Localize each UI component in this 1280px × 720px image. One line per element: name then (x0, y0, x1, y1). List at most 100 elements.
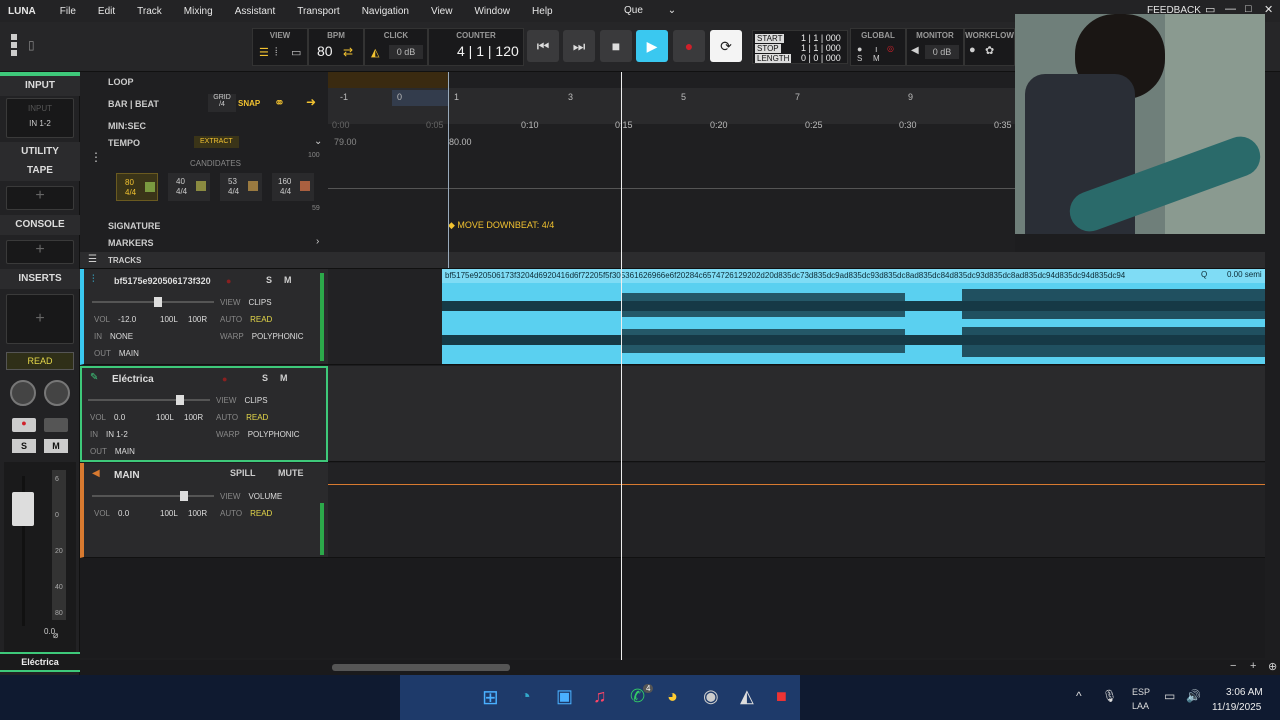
grid-selector[interactable]: GRID/4 (208, 94, 236, 112)
fader-value[interactable]: 0.0 (44, 627, 55, 636)
tape-slot[interactable]: + (6, 186, 74, 210)
recorder-icon[interactable]: ■ (776, 686, 787, 707)
audio-clip[interactable]: bf5175e920506173f3204d6920416d6f72205f5f… (442, 269, 1265, 364)
music-icon[interactable]: ♫ (593, 686, 607, 707)
length-value[interactable]: 0 | 0 | 000 (801, 53, 841, 63)
inserts-header[interactable]: INSERTS (0, 269, 80, 289)
empty-area[interactable] (80, 558, 1265, 658)
volume-value[interactable]: 0.0 (114, 413, 125, 422)
mute-button[interactable]: M (44, 439, 68, 453)
warp-select[interactable]: POLYPHONIC (252, 332, 304, 341)
click-level[interactable]: 0 dB (389, 45, 423, 59)
track-main[interactable]: ◀ MAIN SPILL MUTE VOL 0.0 100L 100R VIEW V… (80, 463, 328, 558)
view-select[interactable]: CLIPS (248, 298, 271, 307)
volume-slider[interactable] (180, 491, 188, 501)
playhead[interactable] (621, 72, 622, 660)
pan-left[interactable]: 100L (160, 509, 178, 518)
fit-icon[interactable]: ⊕ (1268, 660, 1277, 673)
stop-value[interactable]: 1 | 1 | 000 (801, 43, 841, 53)
mic-icon[interactable]: 🎙 (1102, 689, 1117, 703)
chrome-icon[interactable]: ◕ (667, 686, 678, 707)
arm-button[interactable]: ● (12, 418, 36, 432)
pan-left[interactable]: 100L (156, 413, 174, 422)
view-select[interactable]: CLIPS (244, 396, 267, 405)
mute-button[interactable]: MUTE (278, 468, 304, 478)
stop-button[interactable]: ■ (600, 30, 632, 62)
solo-button[interactable]: S (262, 373, 268, 383)
spill-button[interactable]: SPILL (230, 468, 256, 478)
selected-track-name[interactable]: Eléctrica (0, 652, 80, 672)
zoom-in-icon[interactable]: + (1250, 660, 1256, 672)
tray-up-icon[interactable]: ^ (1076, 689, 1082, 703)
volume-value[interactable]: 0.0 (118, 509, 129, 518)
volume-slider[interactable] (154, 297, 162, 307)
project-selector[interactable]: Que ⌄ (624, 5, 698, 16)
fader-handle[interactable] (12, 492, 34, 526)
record-arm-icon[interactable]: ● (226, 276, 231, 286)
auto-select[interactable]: READ (246, 413, 268, 422)
menu-window[interactable]: Window (474, 6, 510, 17)
timeline-area[interactable]: -1 0 1 3 5 7 9 0:00 0:05 0:10 0:15 0:20 … (328, 72, 1015, 252)
pan-knob-left[interactable] (10, 380, 36, 406)
chevron-down-icon[interactable]: ⌄ (314, 136, 322, 147)
solo-button[interactable]: S (266, 275, 272, 285)
menu-track[interactable]: Track (137, 6, 162, 17)
console-header[interactable]: CONSOLE (0, 215, 80, 235)
store-icon[interactable]: ▣ (556, 686, 573, 707)
panel-toggle-icon[interactable]: ▯ (28, 38, 35, 52)
monitor-icon[interactable]: ▭ (291, 46, 301, 59)
monitor-level[interactable]: 0 dB (925, 45, 959, 59)
menu-icon[interactable]: ☰ (88, 254, 97, 265)
auto-select[interactable]: READ (250, 315, 272, 324)
volume-icon[interactable]: 🔊 (1186, 689, 1201, 703)
language[interactable]: ESP (1132, 687, 1150, 697)
metronome-icon[interactable]: ◭ (371, 46, 379, 59)
record-arm-icon[interactable]: ● (222, 374, 227, 384)
input-header[interactable]: INPUT (0, 76, 80, 96)
pan-right[interactable]: 100R (184, 413, 203, 422)
speaker-icon[interactable]: ◀ (911, 45, 919, 56)
input-select[interactable]: IN 1-2 (106, 430, 128, 439)
horizontal-scrollbar[interactable]: − + ⊕ (80, 660, 1280, 675)
workflow-dot-icon[interactable]: ● (969, 44, 976, 56)
input-select[interactable]: NONE (110, 332, 133, 341)
start-value[interactable]: 1 | 1 | 000 (801, 33, 841, 43)
output-select[interactable]: MAIN (115, 447, 135, 456)
more-icon[interactable]: ⋮ (90, 150, 102, 164)
pan-right[interactable]: 100R (188, 509, 207, 518)
volume-value[interactable]: -12.0 (118, 315, 136, 324)
pan-knob-right[interactable] (44, 380, 70, 406)
candidate-53[interactable]: 53 4/4 (220, 173, 262, 201)
extract-button[interactable]: EXTRACT (194, 136, 239, 148)
output-select[interactable]: MAIN (119, 349, 139, 358)
record-button[interactable]: ● (673, 30, 705, 62)
clock-time[interactable]: 3:06 AM (1226, 687, 1263, 698)
track-name[interactable]: bf5175e920506173f320 (114, 276, 211, 286)
arrow-right-icon[interactable]: ➜ (306, 95, 316, 109)
track-2[interactable]: ✎ Eléctrica ● S M VOL 0.0 100L 100R IN IN … (80, 366, 328, 462)
menu-edit[interactable]: Edit (98, 6, 115, 17)
global-solo[interactable]: S (857, 54, 862, 63)
close-icon[interactable]: ✕ (1264, 3, 1273, 16)
input-monitor-button[interactable] (44, 418, 68, 432)
mute-button[interactable]: M (284, 275, 292, 285)
track-name[interactable]: Eléctrica (112, 374, 154, 385)
snap-button[interactable]: SNAP (238, 99, 260, 108)
tempo-value[interactable]: 80.00 (449, 137, 472, 147)
menu-assistant[interactable]: Assistant (235, 6, 276, 17)
clock-date[interactable]: 11/19/2025 (1212, 702, 1261, 713)
bpm-value[interactable]: 80 (317, 43, 333, 59)
zoom-out-icon[interactable]: − (1230, 660, 1236, 672)
tape-header[interactable]: TAPE (0, 161, 80, 181)
tools-icon[interactable]: ✿ (985, 44, 994, 57)
input-icon[interactable]: ı (875, 44, 878, 54)
rewind-button[interactable]: ⏮ (527, 30, 559, 62)
quantize-button[interactable]: Q (1199, 270, 1210, 279)
candidate-40[interactable]: 40 4/4 (168, 173, 210, 201)
track-1[interactable]: ⫶ bf5175e920506173f320 ● S M VOL -12.0 10… (80, 269, 328, 365)
solo-button[interactable]: S (12, 439, 36, 453)
scrollbar-thumb[interactable] (332, 664, 510, 671)
menu-mixing[interactable]: Mixing (184, 6, 213, 17)
track-name[interactable]: MAIN (114, 470, 140, 481)
inserts-slot[interactable]: + (6, 294, 74, 344)
